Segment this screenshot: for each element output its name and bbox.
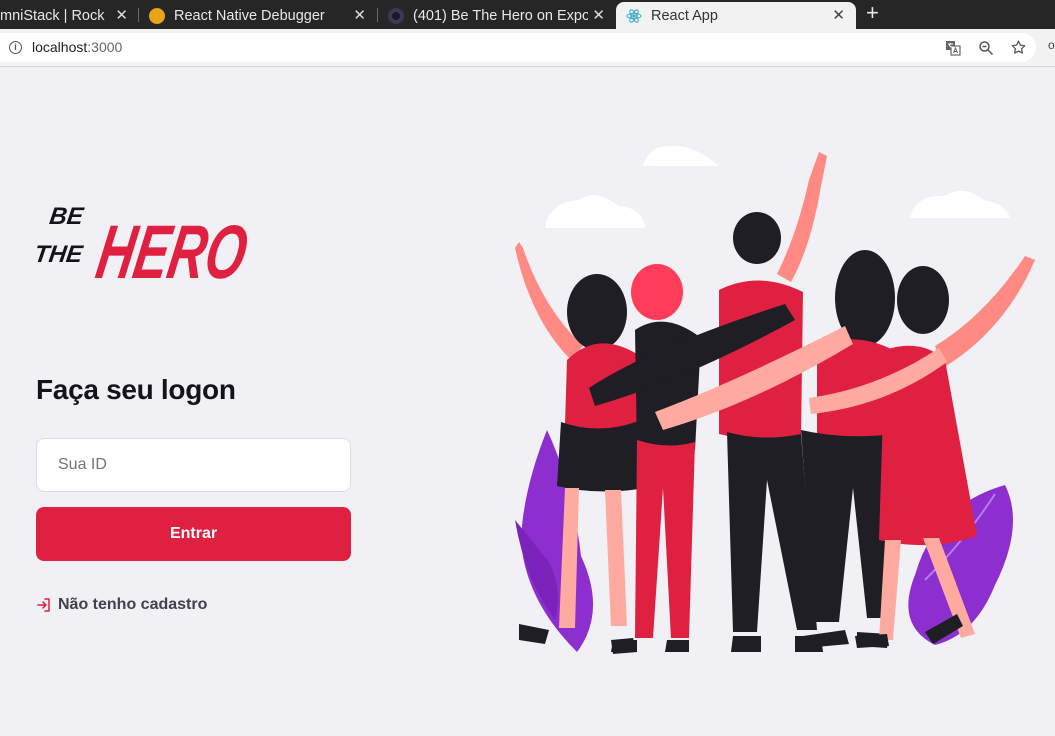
page-title: Faça seu logon [36,374,236,405]
hair [567,274,627,350]
tab-react-app[interactable]: React App ✕ [616,2,856,29]
hair [897,266,949,334]
logo-word: HERO [91,211,254,284]
tab-react-native-debugger[interactable]: React Native Debugger ✕ [140,2,376,29]
tab-title: React Native Debugger [174,7,325,24]
black-skirt [557,420,645,492]
close-tab-icon[interactable]: ✕ [832,6,845,24]
browser-tab-strip: mniStack | Rock ✕ React Native Debugger … [0,0,1055,29]
site-info-icon[interactable]: i [9,41,22,54]
close-tab-icon[interactable]: ✕ [115,6,128,24]
register-link[interactable]: Não tenho cadastro [36,596,207,614]
address-bar[interactable]: i localhost:3000 [0,33,1036,62]
tab-separator [138,8,139,22]
register-link-label: Não tenho cadastro [58,596,208,613]
cloud-shape [643,145,719,166]
black-pants [801,430,893,622]
logo-line2: THE [36,241,85,268]
raised-arm [777,152,827,282]
url-host: localhost [32,39,88,55]
react-logo-icon [626,8,642,23]
log-in-icon [37,598,50,612]
new-tab-button[interactable]: + [866,1,879,25]
short-hair [733,212,781,264]
toolbar-edge-text: o [1048,38,1055,52]
login-button[interactable]: Entrar [36,507,351,561]
cloud-shape [910,190,1010,218]
pink-hair [631,264,683,320]
tab-title: (401) Be The Hero on Expo [413,7,588,24]
url-port: :3000 [87,39,123,55]
tab-omnistack[interactable]: mniStack | Rock ✕ [0,2,138,29]
heroes-illustration [515,145,1035,654]
zoom-icon[interactable] [978,40,994,56]
logo-line1: BE [48,203,86,230]
tab-title: mniStack | Rock [0,7,105,24]
red-pants [635,440,695,638]
url-text[interactable]: localhost:3000 [32,39,122,55]
expo-favicon-icon [388,7,404,24]
be-the-hero-logo: BE THE HERO [36,203,254,284]
debugger-favicon-icon [149,7,165,24]
id-input[interactable] [36,438,351,492]
raised-arm [935,256,1035,368]
tab-expo[interactable]: (401) Be The Hero on Expo ✕ [379,2,615,29]
shoes [611,640,689,652]
tab-separator [377,8,378,22]
browser-toolbar: i localhost:3000 o [0,29,1055,67]
translate-icon[interactable] [945,40,961,56]
close-tab-icon[interactable]: ✕ [592,6,605,24]
bookmark-star-icon[interactable] [1010,39,1027,56]
tab-title: React App [651,7,718,24]
cloud-shape [545,195,645,228]
close-tab-icon[interactable]: ✕ [353,6,366,24]
